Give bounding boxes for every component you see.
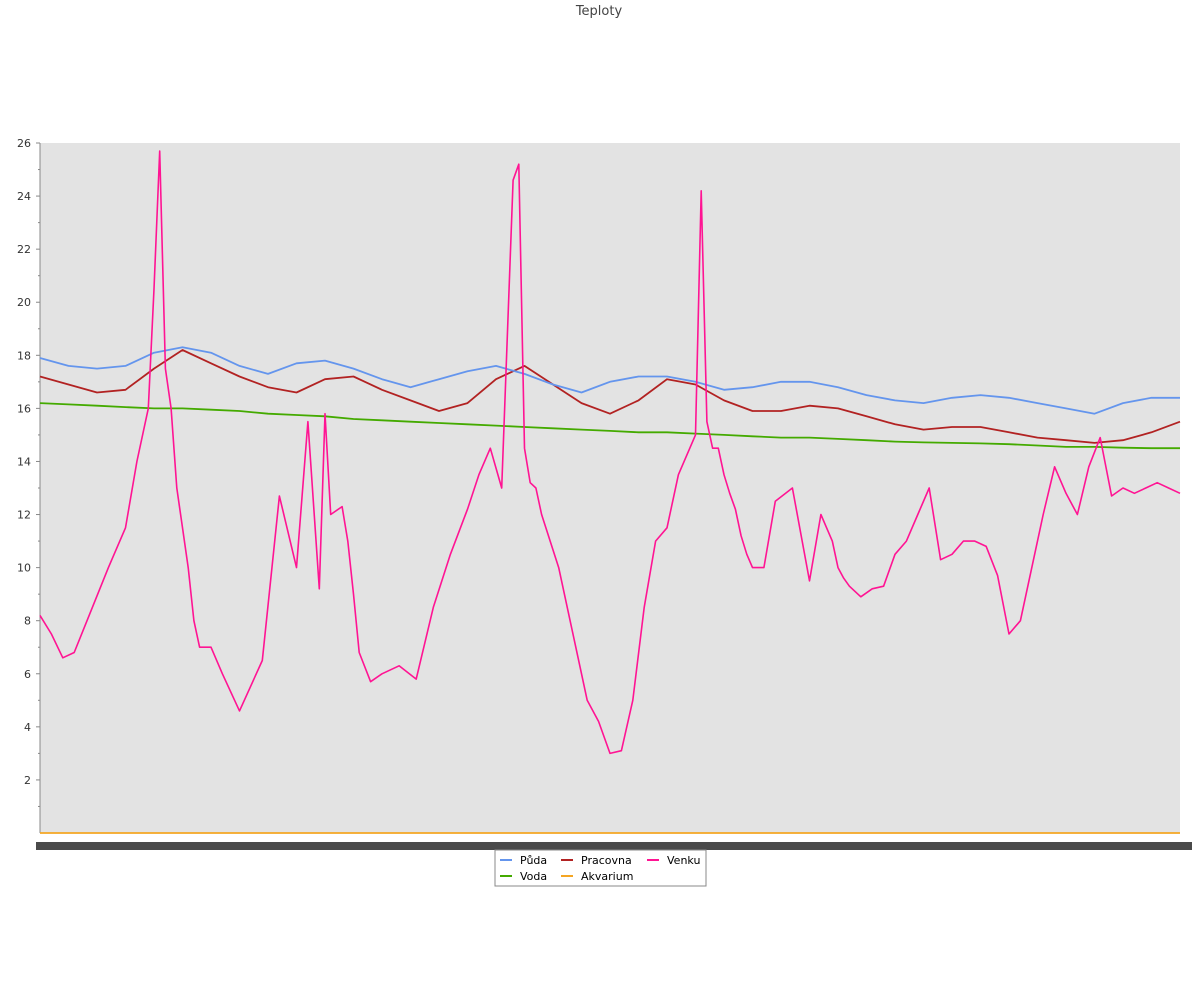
y-tick-label: 18	[17, 349, 31, 362]
y-tick-label: 12	[17, 509, 31, 522]
legend-label: Půda	[520, 854, 547, 867]
legend: Půda Pracovna Venku Voda Akvarium	[494, 849, 707, 887]
y-tick-label: 2	[24, 774, 31, 787]
y-tick-label: 24	[17, 190, 31, 203]
y-tick-label: 26	[17, 137, 31, 150]
legend-label: Voda	[520, 870, 547, 883]
legend-label: Pracovna	[581, 854, 632, 867]
y-tick-label: 10	[17, 562, 31, 575]
plot-area	[40, 143, 1180, 833]
y-axis-ticks: 2468101214161820222426	[17, 137, 40, 807]
y-tick-label: 22	[17, 243, 31, 256]
y-tick-label: 16	[17, 402, 31, 415]
y-tick-label: 20	[17, 296, 31, 309]
y-tick-label: 6	[24, 668, 31, 681]
chart-title: Teploty	[575, 4, 623, 19]
x-axis-tick-labels	[36, 842, 1192, 850]
temperature-chart: Teploty 2468101214161820222426 Půda Praco…	[17, 4, 1192, 887]
y-tick-label: 8	[24, 615, 31, 628]
legend-label: Venku	[667, 854, 700, 867]
y-tick-label: 14	[17, 455, 31, 468]
y-tick-label: 4	[24, 721, 31, 734]
legend-label: Akvarium	[581, 870, 633, 883]
